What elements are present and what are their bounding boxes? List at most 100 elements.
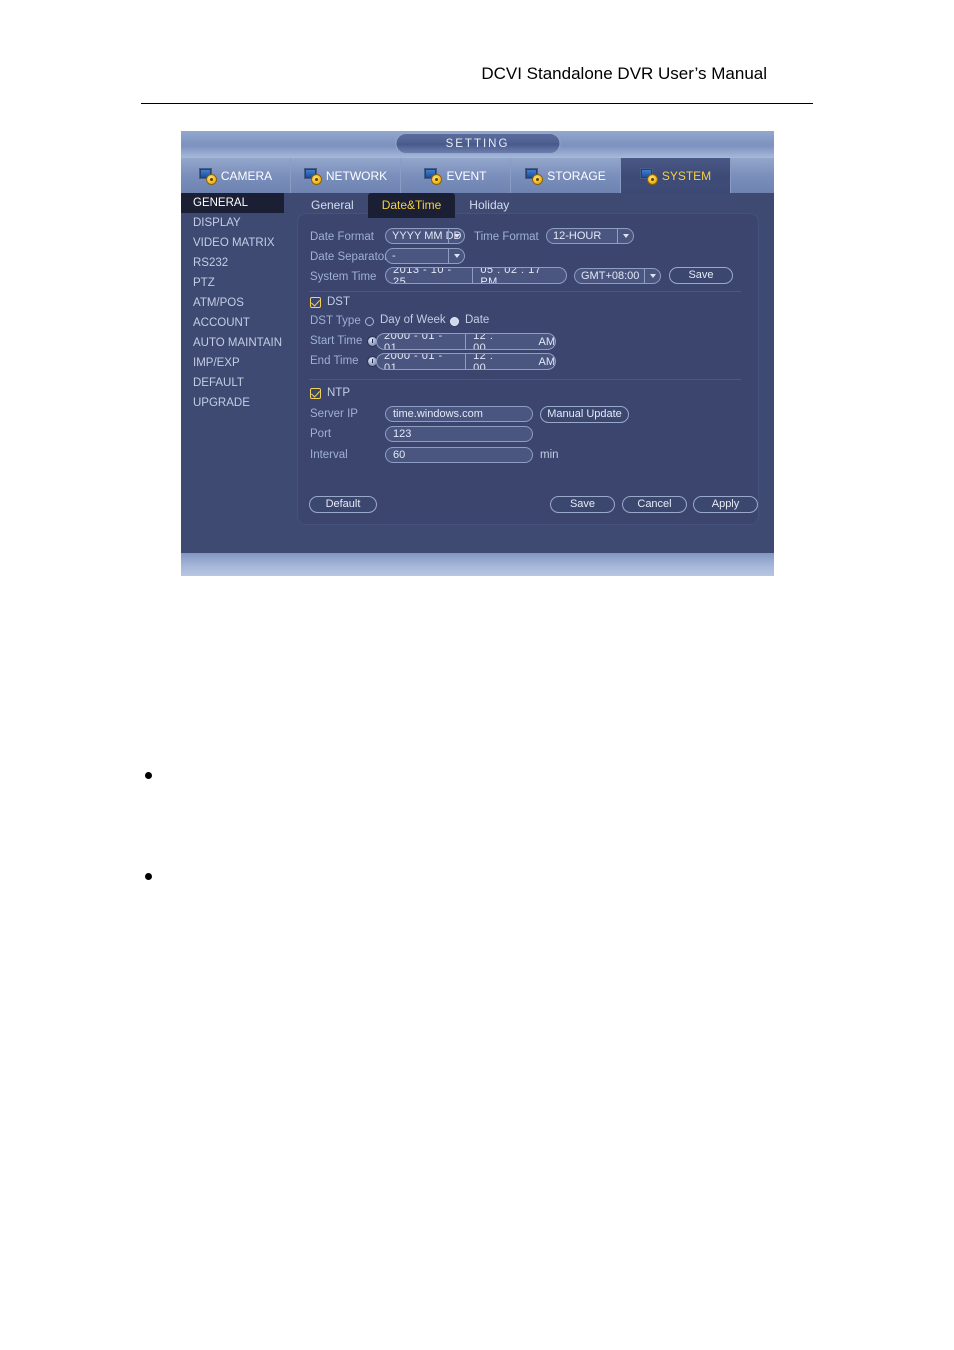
- tab-system[interactable]: SYSTEM: [621, 158, 731, 193]
- sidebar-item-auto-maintain[interactable]: AUTO MAINTAIN: [181, 333, 284, 353]
- interval-input[interactable]: 60: [385, 447, 533, 463]
- chevron-down-icon: [617, 229, 633, 243]
- server-ip-value: time.windows.com: [393, 407, 483, 420]
- tab-camera[interactable]: CAMERA: [181, 158, 291, 193]
- tab-storage[interactable]: STORAGE: [511, 158, 621, 193]
- sidebar-item-upgrade[interactable]: UPGRADE: [181, 393, 284, 413]
- storage-gear-icon: [525, 168, 543, 184]
- timezone-value: GMT+08:00: [581, 269, 640, 282]
- window-titlebar: SETTING: [181, 131, 774, 158]
- dst-start-date: 2000 - 01 - 01: [384, 333, 443, 350]
- header-rule: [141, 103, 813, 104]
- dst-end-time-label: End Time: [310, 355, 359, 367]
- server-ip-input[interactable]: time.windows.com: [385, 406, 533, 422]
- dst-start-time: 12 : 00: [473, 333, 494, 350]
- list-item-bullet: [145, 873, 152, 880]
- sidebar-item-account[interactable]: ACCOUNT: [181, 313, 284, 333]
- sidebar-item-video-matrix[interactable]: VIDEO MATRIX: [181, 233, 284, 253]
- dst-start-meridiem: AM: [538, 335, 556, 348]
- top-nav-spacer: [731, 158, 774, 193]
- dst-start-time-label: Start Time: [310, 335, 363, 347]
- list-item-bullet: [145, 772, 152, 779]
- dst-end-meridiem: AM: [538, 355, 556, 368]
- dst-type-date-label: Date: [465, 314, 490, 326]
- tab-network[interactable]: NETWORK: [291, 158, 401, 193]
- dst-type-label: DST Type: [310, 315, 361, 327]
- interval-label: Interval: [310, 449, 348, 461]
- window-title: SETTING: [395, 133, 560, 154]
- apply-button[interactable]: Apply: [693, 496, 758, 513]
- system-time-time: 05 : 02 : 17 PM: [480, 267, 542, 284]
- dst-type-day-of-week-radio[interactable]: [365, 317, 374, 326]
- sidebar-item-atm-pos[interactable]: ATM/POS: [181, 293, 284, 313]
- sidebar-item-display[interactable]: DISPLAY: [181, 213, 284, 233]
- dst-start-time-field[interactable]: 2000 - 01 - 01 12 : 00 AM: [376, 333, 556, 350]
- tab-general[interactable]: General: [297, 193, 368, 218]
- tab-holiday[interactable]: Holiday: [455, 193, 523, 218]
- event-gear-icon: [424, 168, 442, 184]
- system-time-date: 2013 - 10 - 25: [393, 267, 452, 284]
- system-gear-icon: [639, 168, 657, 184]
- separator-above-ntp: [309, 379, 741, 380]
- page-title: DCVI Standalone DVR User’s Manual: [481, 64, 767, 83]
- server-ip-label: Server IP: [310, 408, 358, 420]
- dst-end-date: 2000 - 01 - 01: [384, 353, 443, 370]
- chevron-down-icon: [448, 229, 464, 243]
- sidebar-item-general[interactable]: GENERAL: [181, 193, 284, 213]
- interval-value: 60: [393, 448, 406, 461]
- top-nav-bar: CAMERA NETWORK EVENT STORAGE SYSTEM: [181, 158, 774, 193]
- sidebar-item-ptz[interactable]: PTZ: [181, 273, 284, 293]
- sidebar-item-imp-exp[interactable]: IMP/EXP: [181, 353, 284, 373]
- dst-type-day-of-week-label: Day of Week: [380, 314, 446, 326]
- window-body: GENERAL DISPLAY VIDEO MATRIX RS232 PTZ A…: [181, 193, 774, 553]
- sub-tab-bar: General Date&Time Holiday: [297, 193, 523, 218]
- chevron-down-icon: [448, 249, 464, 263]
- time-format-label: Time Format: [474, 231, 539, 243]
- camera-gear-icon: [198, 168, 216, 184]
- window-bottom-bar: [181, 553, 774, 576]
- port-value: 123: [393, 427, 412, 440]
- date-separator-value: -: [392, 249, 396, 262]
- sidebar-item-default[interactable]: DEFAULT: [181, 373, 284, 393]
- separator-above-dst: [309, 291, 741, 292]
- dvr-setting-window: SETTING CAMERA NETWORK EVENT STORAGE SYS…: [181, 131, 774, 576]
- dst-type-date-radio[interactable]: [450, 317, 459, 326]
- document-header: DCVI Standalone DVR User’s Manual: [0, 0, 954, 110]
- system-time-save-button[interactable]: Save: [669, 267, 733, 284]
- ntp-checkbox[interactable]: [310, 388, 321, 399]
- system-time-field[interactable]: 2013 - 10 - 25 05 : 02 : 17 PM: [385, 267, 567, 284]
- timezone-select[interactable]: GMT+08:00: [574, 268, 661, 284]
- tab-camera-label: CAMERA: [220, 168, 273, 183]
- dst-label: DST: [327, 296, 350, 308]
- chevron-down-icon: [644, 269, 660, 283]
- ntp-label: NTP: [327, 387, 350, 399]
- side-menu: GENERAL DISPLAY VIDEO MATRIX RS232 PTZ A…: [181, 193, 284, 413]
- system-time-label: System Time: [310, 271, 377, 283]
- tab-storage-label: STORAGE: [547, 168, 606, 183]
- network-gear-icon: [303, 168, 321, 184]
- manual-update-button[interactable]: Manual Update: [540, 406, 629, 423]
- interval-unit-label: min: [540, 449, 559, 461]
- port-input[interactable]: 123: [385, 426, 533, 442]
- tab-network-label: NETWORK: [325, 168, 388, 183]
- tab-system-label: SYSTEM: [661, 168, 712, 183]
- time-format-value: 12-HOUR: [553, 229, 602, 242]
- save-button[interactable]: Save: [550, 496, 615, 513]
- date-time-panel: Date Format YYYY MM DD Time Format 12-HO…: [297, 213, 759, 525]
- date-time-form: Date Format YYYY MM DD Time Format 12-HO…: [297, 213, 759, 525]
- time-format-select[interactable]: 12-HOUR: [546, 228, 634, 244]
- date-separator-select[interactable]: -: [385, 248, 465, 264]
- tab-date-time[interactable]: Date&Time: [367, 193, 456, 218]
- dst-end-time-field[interactable]: 2000 - 01 - 01 12 : 00 AM: [376, 353, 556, 370]
- date-format-select[interactable]: YYYY MM DD: [385, 228, 465, 244]
- dst-checkbox[interactable]: [310, 297, 321, 308]
- dst-end-time: 12 : 00: [473, 353, 494, 370]
- default-button[interactable]: Default: [309, 496, 377, 513]
- tab-event-label: EVENT: [446, 168, 487, 183]
- cancel-button[interactable]: Cancel: [622, 496, 687, 513]
- sidebar-item-rs232[interactable]: RS232: [181, 253, 284, 273]
- date-format-label: Date Format: [310, 231, 374, 243]
- port-label: Port: [310, 428, 332, 440]
- date-separator-label: Date Separator: [310, 251, 388, 263]
- tab-event[interactable]: EVENT: [401, 158, 511, 193]
